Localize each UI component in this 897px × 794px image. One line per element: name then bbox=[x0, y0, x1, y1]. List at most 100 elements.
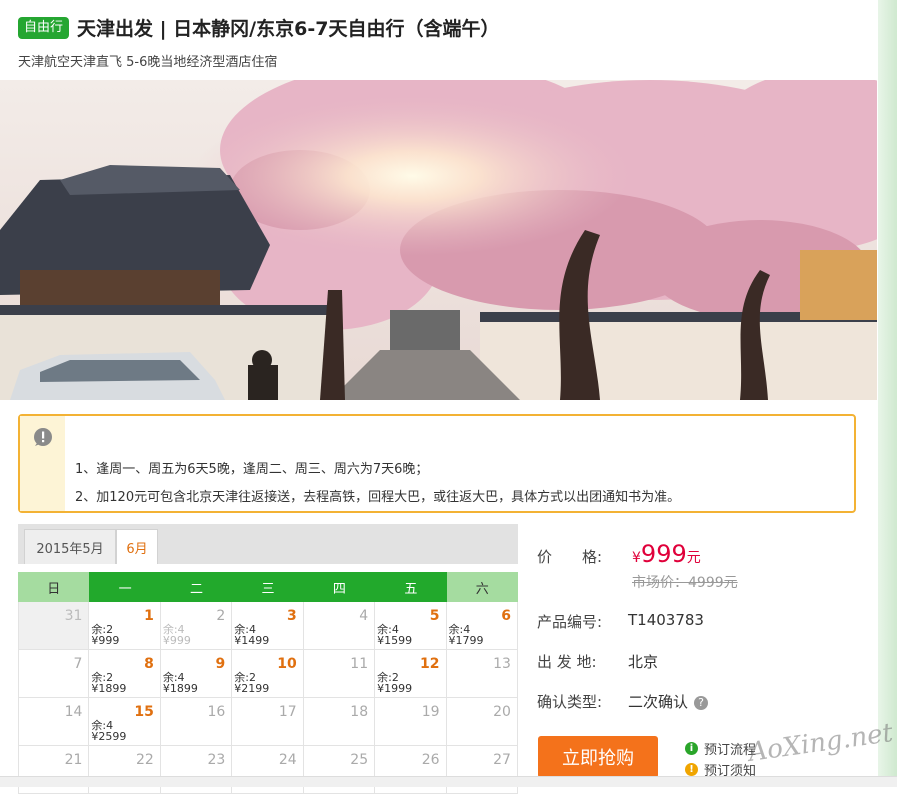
buy-now-button[interactable]: 立即抢购 bbox=[538, 736, 658, 778]
day-number: 8 bbox=[144, 656, 154, 672]
calendar-day-cell: 13 bbox=[446, 650, 518, 698]
tab-june[interactable]: 6月 bbox=[116, 529, 158, 564]
day-number: 22 bbox=[136, 752, 154, 768]
hero-image-cherry-blossom bbox=[0, 80, 877, 400]
weekday-tue: 二 bbox=[160, 572, 233, 602]
day-number: 27 bbox=[493, 752, 511, 768]
product-code-value: T1403783 bbox=[628, 611, 704, 629]
day-number: 21 bbox=[64, 752, 83, 768]
day-number: 6 bbox=[501, 608, 511, 624]
day-number: 26 bbox=[421, 752, 440, 768]
calendar-day-cell: 18 bbox=[303, 698, 376, 746]
page-title: 天津出发 | 日本静冈/东京6-7天自由行（含端午） bbox=[77, 18, 500, 40]
confirm-type-label: 确认类型: bbox=[537, 693, 603, 711]
calendar-day-cell[interactable]: 1 余:2 ¥999 bbox=[89, 602, 161, 650]
day-number: 25 bbox=[350, 752, 369, 768]
day-number: 19 bbox=[421, 704, 440, 720]
page-subtitle: 天津航空天津直飞 5-6晚当地经济型酒店住宿 bbox=[18, 55, 278, 70]
day-price: ¥1799 bbox=[448, 634, 484, 647]
info-icon: i bbox=[685, 742, 698, 755]
day-price: ¥1899 bbox=[91, 682, 127, 695]
weekday-sat: 六 bbox=[446, 572, 518, 602]
market-price: 市场价：4999元 bbox=[632, 575, 738, 591]
day-number: 23 bbox=[207, 752, 226, 768]
calendar-day-cell[interactable]: 5 余:4 ¥1599 bbox=[375, 602, 447, 650]
warning-icon: ! bbox=[685, 763, 698, 776]
calendar-week-row: 14 15 余:4 ¥2599 16 17 18 19 20 bbox=[18, 698, 518, 746]
day-number: 31 bbox=[64, 608, 83, 624]
confirm-type-value: 二次确认 bbox=[628, 693, 689, 711]
day-number: 3 bbox=[286, 608, 297, 624]
day-price: ¥999 bbox=[162, 634, 191, 647]
day-number: 16 bbox=[207, 704, 226, 720]
calendar-grid: 31 1 余:2 ¥999 2 余:4 ¥999 3 余:4 ¥1499 4 5 余:4 ¥1599 6 余:… bbox=[18, 602, 518, 794]
calendar-day-cell[interactable]: 9 余:4 ¥1899 bbox=[160, 650, 233, 698]
product-code-label: 产品编号: bbox=[537, 613, 603, 631]
price-value: ¥999元 bbox=[632, 540, 701, 568]
calendar-day-cell: 20 bbox=[446, 698, 518, 746]
browser-bottom-strip bbox=[0, 776, 897, 787]
calendar-day-cell: 4 bbox=[303, 602, 376, 650]
hero-illustration bbox=[0, 80, 877, 400]
day-number: 5 bbox=[429, 608, 440, 624]
right-edge-strip bbox=[878, 0, 897, 786]
day-price: ¥1999 bbox=[377, 682, 413, 695]
day-number: 24 bbox=[278, 752, 297, 768]
day-price: ¥1899 bbox=[162, 682, 198, 695]
day-number: 9 bbox=[215, 656, 226, 672]
day-number: 12 bbox=[420, 656, 440, 672]
calendar-day-cell[interactable]: 6 余:4 ¥1799 bbox=[446, 602, 518, 650]
notice-box: 1、逢周一、周五为6天5晚，逢周二、周三、周六为7天6晚； 2、加120元可包含… bbox=[18, 414, 856, 513]
calendar-day-cell: 17 bbox=[232, 698, 304, 746]
calendar-day-cell: 14 bbox=[18, 698, 90, 746]
calendar-day-cell[interactable]: 8 余:2 ¥1899 bbox=[89, 650, 161, 698]
calendar-day-cell[interactable]: 15 余:4 ¥2599 bbox=[89, 698, 161, 746]
day-price: ¥1599 bbox=[377, 634, 413, 647]
price-amount: 999 bbox=[640, 540, 687, 568]
calendar-week-row: 31 1 余:2 ¥999 2 余:4 ¥999 3 余:4 ¥1499 4 5 余:4 ¥1599 6 余:… bbox=[18, 602, 518, 650]
calendar-day-cell[interactable]: 10 余:2 ¥2199 bbox=[232, 650, 304, 698]
departure-calendar: 2015年5月 6月 日 一 二 三 四 五 六 31 1 余:2 ¥999 2 余:4 ¥… bbox=[18, 524, 518, 794]
notice-line-1: 1、逢周一、周五为6天5晚，逢周二、周三、周六为7天6晚； bbox=[75, 462, 429, 477]
calendar-day-cell: 2 余:4 ¥999 bbox=[160, 602, 233, 650]
calendar-day-cell[interactable]: 12 余:2 ¥1999 bbox=[375, 650, 447, 698]
day-price: ¥1499 bbox=[234, 634, 270, 647]
weekday-mon: 一 bbox=[89, 572, 161, 602]
day-number: 15 bbox=[134, 704, 154, 720]
month-tab-bar: 2015年5月 6月 bbox=[18, 524, 518, 564]
calendar-day-cell: 19 bbox=[375, 698, 447, 746]
day-price: ¥999 bbox=[91, 634, 120, 647]
notice-sidebar bbox=[20, 416, 65, 511]
day-number: 1 bbox=[144, 608, 154, 624]
calendar-day-cell: 7 bbox=[18, 650, 90, 698]
notice-alert-icon bbox=[34, 428, 52, 446]
day-number: 20 bbox=[493, 704, 511, 720]
weekday-sun: 日 bbox=[18, 572, 90, 602]
price-currency: ¥ bbox=[632, 550, 641, 566]
day-number: 14 bbox=[64, 704, 83, 720]
day-number: 13 bbox=[493, 656, 511, 672]
weekday-thu: 四 bbox=[303, 572, 376, 602]
price-unit: 元 bbox=[686, 550, 701, 566]
watermark-logo: AoXing.net bbox=[746, 718, 895, 768]
calendar-week-row: 7 8 余:2 ¥1899 9 余:4 ¥1899 10 余:2 ¥2199 11 12 余:2 ¥199… bbox=[18, 650, 518, 698]
product-header: 自由行 天津出发 | 日本静冈/东京6-7天自由行（含端午） bbox=[18, 14, 499, 41]
departure-value: 北京 bbox=[628, 653, 659, 671]
day-number: 17 bbox=[278, 704, 297, 720]
weekday-header: 日 一 二 三 四 五 六 bbox=[18, 572, 518, 602]
day-number: 11 bbox=[350, 656, 369, 672]
booking-process-link[interactable]: i 预订流程 bbox=[685, 739, 756, 758]
confirm-type-value-wrap: 二次确认? bbox=[628, 691, 709, 712]
day-number: 18 bbox=[350, 704, 369, 720]
calendar-day-cell[interactable]: 3 余:4 ¥1499 bbox=[232, 602, 304, 650]
calendar-day-cell: 31 bbox=[18, 602, 90, 650]
help-icon[interactable]: ? bbox=[694, 695, 709, 710]
day-number: 10 bbox=[277, 656, 297, 672]
calendar-day-cell: 11 bbox=[303, 650, 376, 698]
day-number: 4 bbox=[359, 608, 369, 624]
free-travel-badge: 自由行 bbox=[18, 16, 70, 39]
day-price: ¥2199 bbox=[234, 682, 270, 695]
tab-may-2015[interactable]: 2015年5月 bbox=[24, 529, 116, 564]
departure-label: 出 发 地: bbox=[537, 653, 597, 671]
day-number: 2 bbox=[216, 608, 226, 624]
